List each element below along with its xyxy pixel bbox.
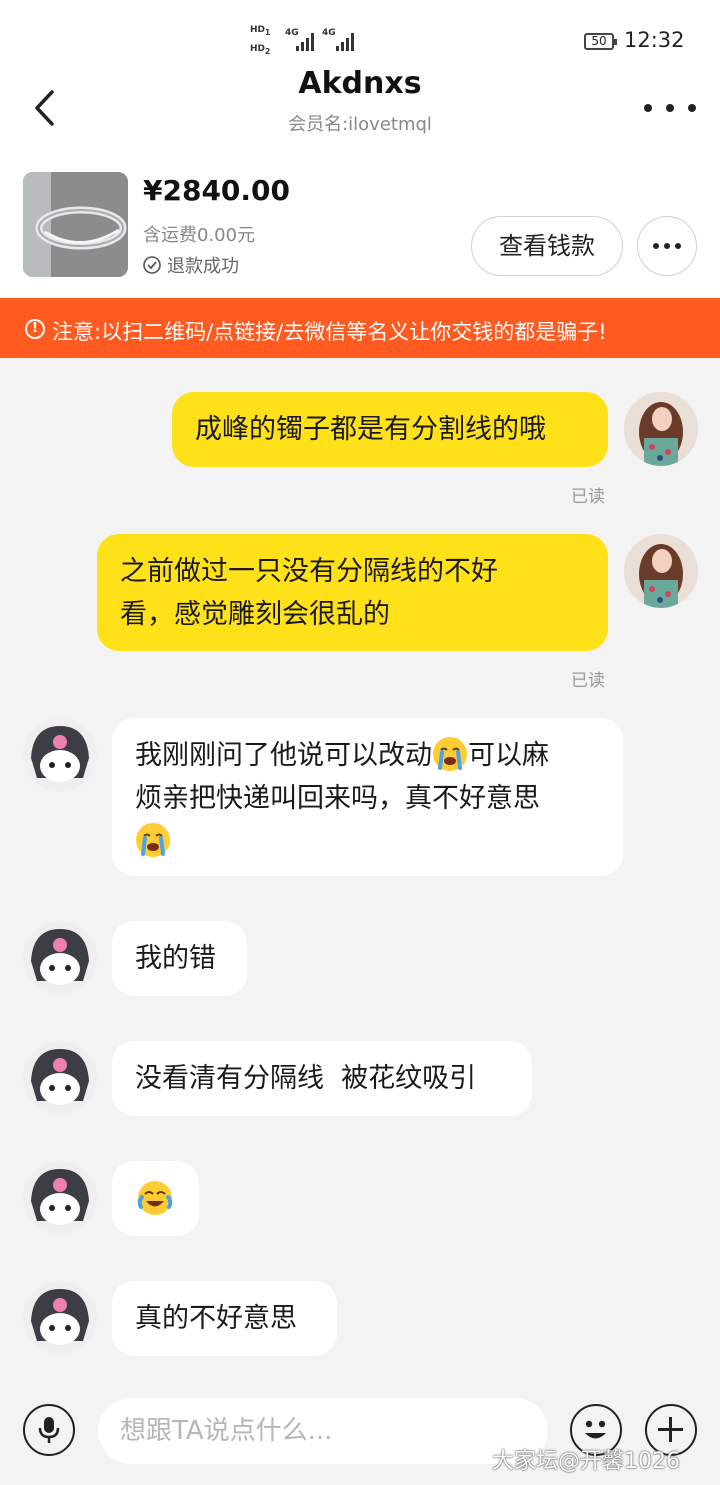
message-bubble-sent[interactable]: 成峰的镯子都是有分割线的哦 [172, 392, 608, 467]
crying-emoji-icon [433, 737, 467, 771]
order-more-button[interactable] [637, 216, 697, 276]
dot-icon [644, 104, 652, 112]
ring-image-icon [23, 172, 128, 277]
message-bubble-received[interactable] [112, 1161, 199, 1236]
watermark: 大家坛@开馨1026 [492, 1449, 680, 1474]
avatar[interactable] [624, 534, 698, 608]
dot-icon [666, 104, 674, 112]
clock: 12:32 [624, 28, 685, 52]
avatar[interactable] [23, 1161, 97, 1235]
read-receipt: 已读 [571, 671, 605, 691]
view-money-button[interactable]: 查看钱款 [471, 216, 623, 276]
message-text: 我的错 [135, 943, 216, 974]
refund-status: 退款成功 [143, 252, 239, 278]
order-price: ¥2840.00 [143, 174, 291, 207]
dot-icon [688, 104, 696, 112]
hd-badge-1: HD1 [250, 25, 271, 37]
message-text-line: 之前做过一只没有分隔线的不好 [120, 556, 498, 587]
laugh-cry-emoji-icon [137, 1181, 173, 1215]
check-circle-icon [143, 256, 161, 274]
voice-input-button[interactable] [23, 1404, 75, 1456]
alert-circle-icon: ! [25, 319, 45, 339]
hd-badge-2: HD2 [250, 44, 271, 56]
network-label-2: 4G [322, 28, 336, 38]
avatar-kuromi-icon [23, 921, 97, 995]
avatar-woman-icon [624, 392, 698, 466]
message-text-line: 可以麻 [468, 740, 549, 771]
signal-icon-1 [296, 33, 314, 51]
message-text-line: 看，感觉雕刻会很乱的 [120, 599, 390, 630]
dot-icon [664, 243, 670, 249]
read-receipt: 已读 [571, 487, 605, 507]
message-bubble-sent[interactable]: 之前做过一只没有分隔线的不好 看，感觉雕刻会很乱的 [97, 534, 608, 651]
product-thumbnail[interactable] [23, 172, 128, 277]
member-label: 会员名: [288, 114, 349, 135]
avatar-kuromi-icon [23, 1041, 97, 1115]
dot-icon [675, 243, 681, 249]
message-text: 成峰的镯子都是有分割线的哦 [195, 414, 546, 445]
shipping-fee: 含运费0.00元 [143, 225, 256, 246]
avatar-kuromi-icon [23, 718, 97, 792]
message-text-line: 我刚刚问了他说可以改动 [135, 740, 432, 771]
avatar[interactable] [23, 1041, 97, 1115]
avatar-woman-icon [624, 534, 698, 608]
chat-title: Akdnxs [298, 66, 422, 101]
avatar[interactable] [23, 1281, 97, 1355]
fraud-warning-text: 注意:以扫二维码/点链接/去微信等名义让你交钱的都是骗子! [52, 320, 607, 344]
more-options-button[interactable] [644, 90, 696, 126]
microphone-icon [38, 1417, 60, 1443]
refund-status-text: 退款成功 [167, 256, 239, 277]
avatar[interactable] [23, 718, 97, 792]
battery-level: 50 [591, 34, 607, 48]
avatar[interactable] [23, 921, 97, 995]
signal-icon-2 [336, 33, 354, 51]
message-bubble-received[interactable]: 我刚刚问了他说可以改动 可以麻 烦亲把快递叫回来吗，真不好意思 [112, 718, 623, 876]
message-bubble-received[interactable]: 没看清有分隔线 被花纹吸引 [112, 1041, 532, 1116]
avatar-kuromi-icon [23, 1281, 97, 1355]
message-bubble-received[interactable]: 我的错 [112, 921, 247, 996]
message-input[interactable] [98, 1398, 548, 1464]
member-name: ilovetmql [348, 114, 432, 135]
member-name-line: 会员名:ilovetmql [0, 110, 720, 136]
message-text: 真的不好意思 [135, 1303, 297, 1334]
avatar[interactable] [624, 392, 698, 466]
message-text: 没看清有分隔线 被花纹吸引 [135, 1063, 477, 1094]
crying-emoji-icon [136, 823, 170, 857]
dot-icon [653, 243, 659, 249]
message-bubble-received[interactable]: 真的不好意思 [112, 1281, 337, 1356]
message-text-line: 烦亲把快递叫回来吗，真不好意思 [135, 783, 540, 814]
avatar-kuromi-icon [23, 1161, 97, 1235]
